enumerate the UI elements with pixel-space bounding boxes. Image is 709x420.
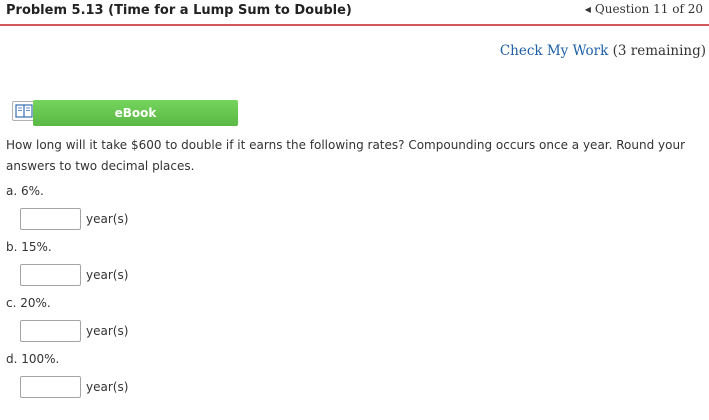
question-nav[interactable]: ◀ Question 11 of 20	[585, 2, 703, 16]
question-counter: Question 11 of 20	[594, 2, 703, 16]
part-d-label: d. 100%.	[6, 352, 60, 366]
check-my-work: Check My Work (3 remaining)	[500, 43, 706, 59]
unit-label: year(s)	[86, 324, 129, 338]
answer-b-input[interactable]	[20, 264, 81, 286]
unit-label: year(s)	[86, 268, 129, 282]
check-my-work-link[interactable]: Check My Work	[500, 43, 609, 59]
answer-c-input[interactable]	[20, 320, 81, 342]
previous-question-icon[interactable]: ◀	[585, 5, 591, 14]
question-text: How long will it take $600 to double if …	[6, 138, 686, 173]
answer-d-input[interactable]	[20, 376, 81, 398]
part-c-label: c. 20%.	[6, 296, 51, 310]
answer-a-input[interactable]	[20, 208, 81, 230]
unit-label: year(s)	[86, 380, 129, 394]
unit-label: year(s)	[86, 212, 129, 226]
attempts-remaining: (3 remaining)	[612, 43, 706, 59]
problem-header: Problem 5.13 (Time for a Lump Sum to Dou…	[0, 0, 709, 26]
part-a-label: a. 6%.	[6, 184, 44, 198]
problem-title: Problem 5.13 (Time for a Lump Sum to Dou…	[6, 3, 352, 18]
ebook-button[interactable]: eBook	[33, 100, 238, 126]
part-b-label: b. 15%.	[6, 240, 52, 254]
